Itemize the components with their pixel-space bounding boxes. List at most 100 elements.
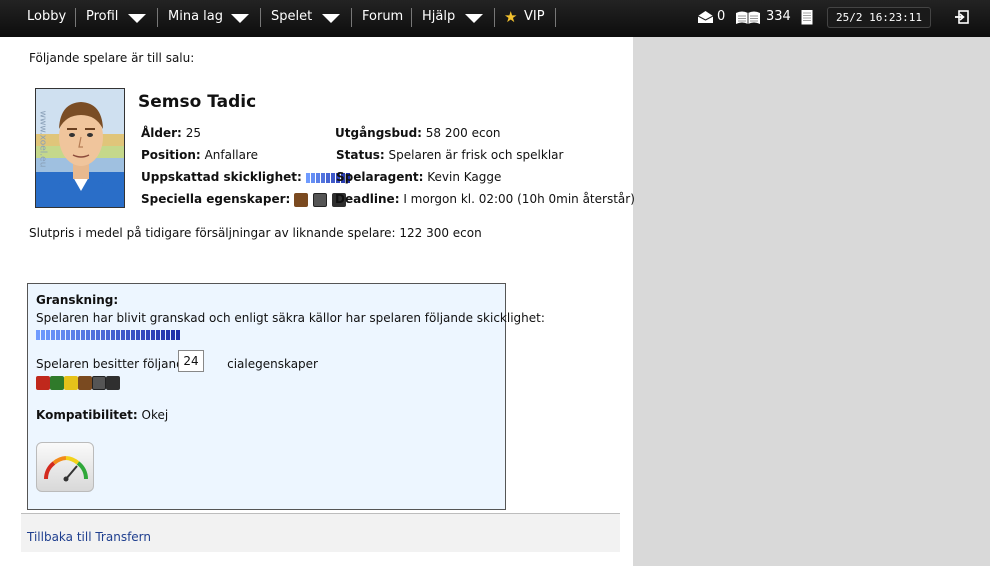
estimated-skill-row: Uppskattad skicklighet: xyxy=(141,170,351,184)
leaf-icon xyxy=(50,375,64,390)
nav-divider xyxy=(411,8,412,27)
notepad-icon[interactable] xyxy=(801,9,813,25)
nav-forum[interactable]: Forum xyxy=(362,0,403,34)
skill-segment xyxy=(116,329,120,340)
age-row: Ålder: 25 xyxy=(141,126,201,140)
nav-divider xyxy=(351,8,352,27)
estimated-skill-label: Uppskattad skicklighet: xyxy=(141,170,302,184)
scouted-special-icons xyxy=(36,375,120,390)
news-count[interactable]: 334 xyxy=(766,0,791,34)
nav-vip[interactable]: VIP xyxy=(524,0,545,34)
agent-label: Spelaragent: xyxy=(336,170,424,184)
skill-segment xyxy=(126,329,130,340)
ball-icon xyxy=(106,375,120,390)
start-bid-value: 58 200 econ xyxy=(425,126,501,140)
card-icon xyxy=(312,192,327,207)
card-icon xyxy=(92,375,106,390)
skill-segment xyxy=(315,172,320,183)
compatibility-value: Okej xyxy=(141,408,169,422)
player-photo: www.xoel.eu xyxy=(35,88,125,208)
special-label: Speciella egenskaper: xyxy=(141,192,291,206)
nav-divider xyxy=(555,8,556,27)
scouting-skill-text: Spelaren har blivit granskad och enligt … xyxy=(36,311,545,325)
skill-segment xyxy=(325,172,330,183)
special-row: Speciella egenskaper: xyxy=(141,192,347,207)
envelope-icon[interactable] xyxy=(697,10,714,24)
start-bid-label: Utgångsbud: xyxy=(335,126,422,140)
average-price-text: Slutpris i medel på tidigare försäljning… xyxy=(29,226,482,240)
skill-segment xyxy=(305,172,310,183)
position-value: Anfallare xyxy=(204,148,259,162)
status-value: Spelaren är frisk och spelklar xyxy=(388,148,564,162)
skill-segment xyxy=(330,172,335,183)
lightbulb-icon xyxy=(64,375,78,390)
tackle-icon xyxy=(78,375,92,390)
skill-segment xyxy=(91,329,95,340)
compatibility-label: Kompatibilitet: xyxy=(36,408,138,422)
skill-segment xyxy=(320,172,325,183)
agent-row: Spelaragent: Kevin Kagge xyxy=(336,170,501,184)
chevron-down-icon[interactable] xyxy=(322,14,340,23)
deadline-label: Deadline: xyxy=(335,192,400,206)
skill-segment xyxy=(131,329,135,340)
skill-segment xyxy=(161,329,165,340)
status-row: Status: Spelaren är frisk och spelklar xyxy=(336,148,563,162)
skill-segment xyxy=(101,329,105,340)
age-label: Ålder: xyxy=(141,126,182,140)
skill-segment xyxy=(106,329,110,340)
position-label: Position: xyxy=(141,148,201,162)
hover-tooltip: 24 xyxy=(178,350,204,372)
agent-value: Kevin Kagge xyxy=(427,170,502,184)
fire-icon xyxy=(36,375,50,390)
status-label: Status: xyxy=(336,148,385,162)
position-row: Position: Anfallare xyxy=(141,148,258,162)
right-column xyxy=(633,37,990,566)
tackle-icon xyxy=(294,192,309,207)
skill-segment xyxy=(146,329,150,340)
scouted-skill-bar xyxy=(36,327,181,341)
compatibility-row: Kompatibilitet: Okej xyxy=(36,408,168,422)
newspaper-icon[interactable] xyxy=(735,10,761,25)
deadline-value: I morgon kl. 02:00 (10h 0min återstår) xyxy=(403,192,635,206)
skill-segment xyxy=(96,329,100,340)
special-text-part1: Spelaren besitter följande xyxy=(36,357,192,371)
skill-segment xyxy=(51,329,55,340)
age-value: 25 xyxy=(185,126,201,140)
star-icon: ★ xyxy=(504,8,518,26)
deadline-row: Deadline: I morgon kl. 02:00 (10h 0min å… xyxy=(335,192,635,206)
scouting-title: Granskning: xyxy=(36,293,119,307)
clipped-header-text xyxy=(27,2,277,16)
photo-watermark: www.xoel.eu xyxy=(37,110,48,168)
skill-segment xyxy=(121,329,125,340)
skill-segment xyxy=(41,329,45,340)
intro-text: Följande spelare är till salu: xyxy=(29,51,195,65)
start-bid-row: Utgångsbud: 58 200 econ xyxy=(335,126,501,140)
skill-segment xyxy=(156,329,160,340)
chevron-down-icon[interactable] xyxy=(465,14,483,23)
skill-segment xyxy=(176,329,180,340)
logout-icon[interactable] xyxy=(954,10,969,24)
back-to-transfer-link[interactable]: Tillbaka till Transfern xyxy=(27,530,151,544)
player-name: Semso Tadic xyxy=(138,92,257,112)
nav-spelet[interactable]: Spelet xyxy=(271,0,312,34)
nav-hjalp[interactable]: Hjälp xyxy=(422,0,455,34)
skill-segment xyxy=(111,329,115,340)
skill-segment xyxy=(151,329,155,340)
skill-segment xyxy=(76,329,80,340)
nav-divider xyxy=(494,8,495,27)
skill-segment xyxy=(36,329,40,340)
skill-segment xyxy=(136,329,140,340)
skill-segment xyxy=(166,329,170,340)
skill-segment xyxy=(86,329,90,340)
skill-segment xyxy=(46,329,50,340)
skill-segment xyxy=(61,329,65,340)
skill-segment xyxy=(81,329,85,340)
skill-segment xyxy=(71,329,75,340)
compatibility-gauge-icon xyxy=(36,442,94,492)
scouting-special-text: Spelaren besitter följande cialegenskaper xyxy=(36,357,318,371)
server-clock: 25/2 16:23:11 xyxy=(827,7,931,28)
skill-segment xyxy=(171,329,175,340)
skill-segment xyxy=(66,329,70,340)
messages-count[interactable]: 0 xyxy=(717,0,725,34)
skill-segment xyxy=(56,329,60,340)
